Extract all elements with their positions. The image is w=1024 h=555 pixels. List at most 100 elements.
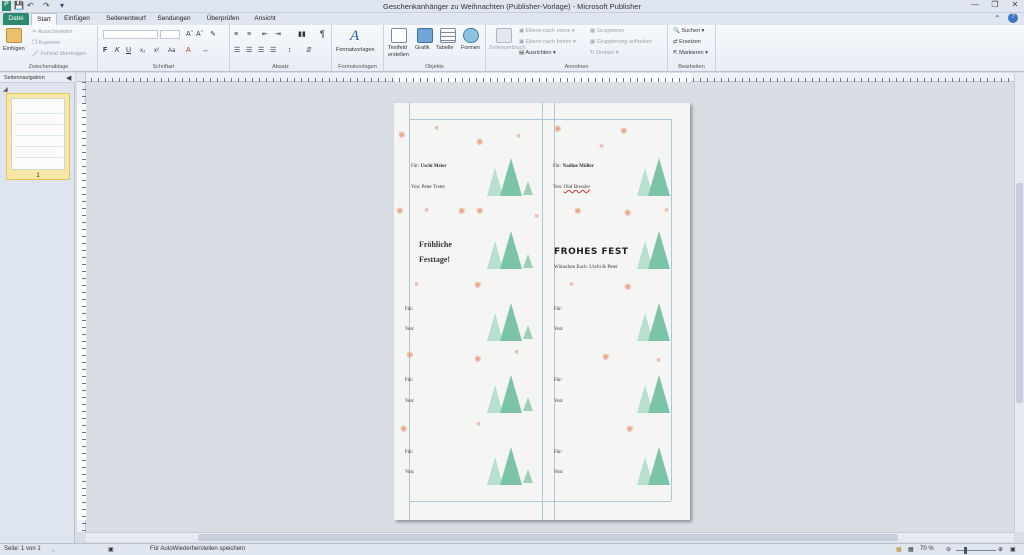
- minimize-icon[interactable]: —: [968, 0, 982, 11]
- paragraph-spacing-icon[interactable]: ⇵: [306, 47, 312, 55]
- card1-from[interactable]: Von: Peter Treter: [411, 185, 445, 190]
- change-case-button[interactable]: Aa: [168, 47, 175, 55]
- underline-button[interactable]: U: [126, 47, 131, 55]
- card3-from[interactable]: Von:: [405, 327, 414, 332]
- card4-for[interactable]: Für:: [554, 307, 562, 312]
- zoom-slider-handle[interactable]: [964, 547, 967, 554]
- cut-button[interactable]: ✂ Ausschneiden: [32, 29, 72, 35]
- align-left-icon[interactable]: ☰: [234, 47, 240, 55]
- bullets-icon[interactable]: ≡: [234, 31, 238, 39]
- card2-from[interactable]: Von: Olaf Bressler: [553, 185, 590, 190]
- card6-from[interactable]: Von:: [554, 399, 563, 404]
- expand-arrow-icon[interactable]: ◢: [3, 86, 8, 93]
- page-thumbnail[interactable]: 1: [6, 93, 70, 180]
- font-name-combo[interactable]: [103, 30, 158, 39]
- horizontal-ruler[interactable]: [77, 73, 1014, 82]
- restore-icon[interactable]: ❐: [988, 0, 1002, 11]
- card8-from[interactable]: Von:: [554, 470, 563, 475]
- group-button[interactable]: ▦ Gruppieren: [590, 28, 624, 34]
- character-spacing-icon[interactable]: ↔: [202, 47, 209, 55]
- tab-sendungen[interactable]: Sendungen: [154, 13, 194, 25]
- paste-button[interactable]: Einfügen: [3, 46, 25, 52]
- card8-for[interactable]: Für:: [554, 450, 562, 455]
- publication-page[interactable]: ✺ ✺ ✺ ✺ ✺ ✺ ✺ Für: Uschi Meier Von: Pete…: [394, 103, 690, 520]
- align-center-icon[interactable]: ☰: [246, 47, 252, 55]
- fit-page-icon[interactable]: ▣: [1010, 546, 1016, 553]
- single-page-view-icon[interactable]: ▦: [896, 546, 902, 553]
- wish-line[interactable]: Wünschen Euch: Uschi & Peter: [554, 265, 618, 270]
- decrease-indent-icon[interactable]: ⇤: [262, 31, 268, 39]
- justify-icon[interactable]: ☰: [270, 47, 276, 55]
- align-button[interactable]: ▤ Ausrichten ▾: [519, 50, 556, 56]
- align-right-icon[interactable]: ☰: [258, 47, 264, 55]
- show-marks-icon[interactable]: ¶: [320, 30, 325, 39]
- card6-for[interactable]: Für:: [554, 378, 562, 383]
- styles-icon[interactable]: A: [350, 28, 359, 45]
- grow-font-icon[interactable]: Aˆ: [186, 31, 193, 39]
- card4-from[interactable]: Von:: [554, 327, 563, 332]
- zoom-out-icon[interactable]: ⊖: [946, 546, 951, 553]
- collapse-pane-icon[interactable]: ◀: [66, 74, 71, 82]
- tab-start[interactable]: Start: [31, 13, 57, 25]
- card5-from[interactable]: Von:: [405, 399, 414, 404]
- columns-icon[interactable]: ▮▮: [298, 31, 306, 39]
- picture-icon[interactable]: [417, 28, 433, 43]
- table-button[interactable]: Tabelle: [436, 45, 453, 51]
- card5-for[interactable]: Für:: [405, 378, 413, 383]
- increase-indent-icon[interactable]: ⇥: [275, 31, 281, 39]
- collapse-ribbon-icon[interactable]: ⌃: [994, 14, 1001, 23]
- wrap-text-icon[interactable]: [496, 28, 512, 43]
- font-color-icon[interactable]: A: [186, 47, 191, 55]
- tab-ansicht[interactable]: Ansicht: [249, 13, 281, 25]
- copy-button[interactable]: ❐ Kopieren: [32, 40, 61, 46]
- frohes-fest-heading[interactable]: FROHES FEST: [554, 247, 628, 257]
- select-button[interactable]: ⇱ Markieren ▾: [673, 50, 708, 56]
- ungroup-button[interactable]: ▦ Gruppierung aufheben: [590, 39, 652, 45]
- picture-button[interactable]: Grafik: [415, 45, 430, 51]
- font-size-combo[interactable]: [160, 30, 180, 39]
- card2-for[interactable]: Für: Nadine Müller: [553, 164, 594, 169]
- format-painter-button[interactable]: 🖌 Format übertragen: [32, 51, 86, 57]
- subscript-button[interactable]: x₂: [140, 47, 145, 55]
- draw-textbox-button[interactable]: Textfeld erstellen: [388, 45, 414, 59]
- shapes-icon[interactable]: [463, 28, 479, 43]
- tab-datei[interactable]: Datei: [3, 13, 29, 25]
- zoom-in-icon[interactable]: ⊕: [998, 546, 1003, 553]
- find-button[interactable]: 🔍 Suchen ▾: [673, 28, 704, 34]
- card7-for[interactable]: Für:: [405, 450, 413, 455]
- bold-button[interactable]: F: [103, 47, 107, 55]
- vertical-scroll-thumb[interactable]: [1016, 183, 1023, 403]
- shrink-font-icon[interactable]: Aˇ: [196, 31, 203, 39]
- card1-for[interactable]: Für: Uschi Meier: [411, 164, 447, 169]
- horizontal-scrollbar[interactable]: [86, 532, 1014, 542]
- page-indicator[interactable]: Seite: 1 von 1: [4, 546, 41, 552]
- object-position-icon[interactable]: ▣: [108, 546, 114, 553]
- tab-ueberpruefen[interactable]: Überprüfen: [202, 13, 244, 25]
- close-icon[interactable]: ✕: [1008, 0, 1022, 11]
- styles-button[interactable]: Formatvorlagen: [336, 47, 375, 53]
- layout-icon[interactable]: ⌞: [52, 546, 55, 553]
- zoom-level[interactable]: 70 %: [920, 546, 934, 552]
- clear-format-icon[interactable]: ✎: [210, 31, 216, 39]
- rotate-button[interactable]: ↻ Drehen ▾: [590, 50, 618, 56]
- bring-forward-button[interactable]: ▣ Ebene nach vorne ▾: [519, 28, 575, 34]
- vertical-scrollbar[interactable]: [1014, 73, 1024, 532]
- horizontal-scroll-thumb[interactable]: [198, 534, 898, 541]
- vertical-ruler[interactable]: [77, 82, 86, 532]
- card3-for[interactable]: Für:: [405, 307, 413, 312]
- greeting-text[interactable]: Fröhliche Festtage!: [419, 237, 452, 267]
- numbering-icon[interactable]: ≡: [247, 31, 251, 39]
- replace-button[interactable]: ⇄ Ersetzen: [673, 39, 701, 45]
- superscript-button[interactable]: x²: [154, 47, 159, 55]
- table-icon[interactable]: [440, 28, 456, 43]
- wrap-text-button[interactable]: Zeilenumbruch: [489, 45, 525, 52]
- paste-icon[interactable]: [6, 28, 22, 43]
- tab-einfuegen[interactable]: Einfügen: [61, 13, 93, 25]
- help-icon[interactable]: ?: [1008, 13, 1018, 23]
- send-backward-button[interactable]: ▣ Ebene nach hinten ▾: [519, 39, 576, 45]
- tab-seitenentwurf[interactable]: Seitenentwurf: [101, 13, 151, 25]
- italic-button[interactable]: K: [115, 47, 120, 55]
- textbox-icon[interactable]: [391, 28, 407, 43]
- two-page-view-icon[interactable]: ▦: [908, 546, 914, 553]
- shapes-button[interactable]: Formen: [461, 45, 480, 51]
